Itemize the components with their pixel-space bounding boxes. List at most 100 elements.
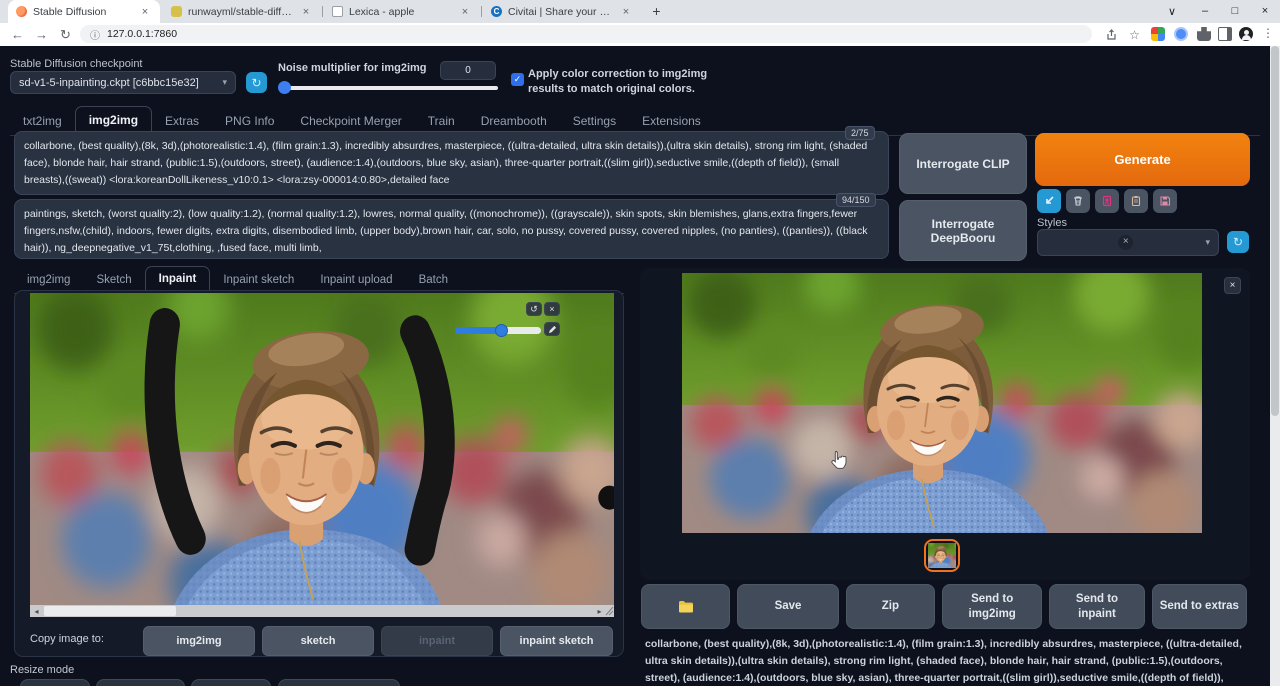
send-to-img2img-button[interactable]: Send to img2img — [942, 584, 1042, 629]
prompt-textarea[interactable]: collarbone, (best quality),(8k, 3d),(pho… — [14, 131, 889, 195]
window-close-button[interactable]: × — [1250, 0, 1280, 22]
copy-to-inpaint-button-disabled: inpaint — [381, 626, 493, 656]
brush-pencil-icon[interactable] — [544, 322, 560, 336]
refresh-styles-button[interactable]: ↻ — [1227, 231, 1249, 253]
inpaint-canvas[interactable] — [30, 293, 614, 606]
back-button[interactable]: ← — [8, 25, 27, 44]
tab-title: Civitai | Share your models — [508, 6, 613, 18]
paste-generation-params-button[interactable] — [1037, 189, 1061, 213]
brush-size-handle[interactable] — [495, 324, 508, 337]
noise-multiplier-value[interactable]: 0 — [440, 61, 496, 80]
page-scrollbar[interactable] — [1270, 46, 1280, 686]
canvas-remove-image-button[interactable]: × — [544, 302, 560, 316]
tab-inpaint[interactable]: Inpaint — [145, 266, 211, 293]
site-info-icon[interactable]: ⓘ — [90, 27, 100, 42]
save-button[interactable]: Save — [737, 584, 838, 629]
reload-button[interactable]: ↻ — [56, 25, 75, 44]
noise-multiplier-label: Noise multiplier for img2img — [278, 62, 427, 74]
tab-close-icon[interactable]: × — [458, 6, 472, 18]
generation-info-text: collarbone, (best quality),(8k, 3d),(pho… — [645, 636, 1247, 686]
resize-mode-option[interactable] — [191, 679, 271, 686]
browser-tab-civitai[interactable]: C Civitai | Share your models × — [483, 0, 641, 23]
styles-clear-icon[interactable]: × — [1118, 235, 1133, 250]
lexica-favicon-icon — [332, 6, 343, 17]
prompt-token-counter: 2/75 — [845, 126, 875, 140]
interrogate-clip-button[interactable]: Interrogate CLIP — [899, 133, 1027, 194]
new-tab-button[interactable]: + — [648, 3, 665, 20]
hand-cursor — [830, 450, 847, 470]
tab-search-icon[interactable]: ∨ — [1157, 0, 1187, 22]
noise-slider-handle[interactable] — [278, 81, 291, 94]
chevron-down-icon: ▾ — [1205, 237, 1210, 248]
apply-style-clipboard-button[interactable] — [1124, 189, 1148, 213]
share-icon[interactable] — [1101, 25, 1120, 44]
tab-close-icon[interactable]: × — [138, 6, 152, 18]
checkpoint-value: sd-v1-5-inpainting.ckpt [c6bbc15e32] — [19, 77, 199, 89]
open-folder-button[interactable] — [641, 584, 730, 629]
browser-tab-lexica[interactable]: Lexica - apple × — [324, 0, 480, 23]
clear-prompt-trash-button[interactable] — [1066, 189, 1090, 213]
resize-mode-option[interactable] — [20, 679, 90, 686]
profile-avatar[interactable] — [1239, 27, 1253, 41]
browser-tab-runwayml[interactable]: runwayml/stable-diffusion-inpai × — [163, 0, 321, 23]
output-actions-row: Save Zip Send to img2img Send to inpaint… — [641, 584, 1247, 629]
checkpoint-label: Stable Diffusion checkpoint — [10, 58, 143, 70]
civitai-favicon-icon: C — [491, 6, 502, 17]
browser-tab-strip: Stable Diffusion × runwayml/stable-diffu… — [0, 0, 1280, 23]
color-correction-label: Apply color correction to img2img result… — [528, 67, 728, 97]
refresh-checkpoint-button[interactable]: ↻ — [246, 72, 267, 93]
sidebar-icon[interactable] — [1218, 27, 1232, 41]
window-maximize-button[interactable]: □ — [1220, 0, 1250, 22]
tab-separator — [481, 6, 482, 17]
styles-label: Styles — [1037, 217, 1067, 229]
gallery-thumbnail-selected[interactable] — [924, 539, 960, 572]
folder-icon — [678, 600, 694, 613]
copy-to-img2img-button[interactable]: img2img — [143, 626, 255, 656]
scroll-left-icon[interactable]: ◂ — [30, 605, 43, 617]
chevron-down-icon: ▾ — [222, 77, 227, 88]
tab-title: Lexica - apple — [349, 6, 452, 18]
browser-menu-icon[interactable]: ⋮ — [1262, 26, 1274, 40]
url-text: 127.0.0.1:7860 — [107, 28, 177, 40]
page-scrollbar-thumb[interactable] — [1271, 46, 1279, 416]
copy-to-sketch-button[interactable]: sketch — [262, 626, 374, 656]
prompt-utility-row — [1037, 189, 1177, 213]
send-to-inpaint-button[interactable]: Send to inpaint — [1049, 584, 1144, 629]
gallery-close-button[interactable]: × — [1224, 277, 1241, 294]
extension-grid-icon[interactable] — [1151, 27, 1165, 41]
screen: Stable Diffusion × runwayml/stable-diffu… — [0, 0, 1280, 686]
output-image[interactable] — [682, 273, 1202, 533]
copy-to-inpaint-sketch-button[interactable]: inpaint sketch — [500, 626, 613, 656]
tab-close-icon[interactable]: × — [619, 6, 633, 18]
browser-tab-stable-diffusion[interactable]: Stable Diffusion × — [8, 0, 160, 23]
negative-token-counter: 94/150 — [836, 193, 876, 207]
canvas-h-scrollbar[interactable]: ◂ ▸ — [30, 605, 614, 617]
send-to-extras-button[interactable]: Send to extras — [1152, 584, 1247, 629]
resize-mode-option[interactable] — [96, 679, 185, 686]
resize-mode-option[interactable] — [278, 679, 400, 686]
runwayml-favicon-icon — [171, 6, 182, 17]
canvas-undo-button[interactable]: ↺ — [526, 302, 542, 316]
canvas-resize-grip[interactable] — [605, 606, 614, 616]
extension-circle-icon[interactable] — [1174, 27, 1188, 41]
tab-title: Stable Diffusion — [33, 6, 132, 18]
checkpoint-dropdown[interactable]: sd-v1-5-inpainting.ckpt [c6bbc15e32] ▾ — [10, 71, 236, 94]
interrogate-deepbooru-button[interactable]: Interrogate DeepBooru — [899, 200, 1027, 261]
forward-button[interactable]: → — [32, 25, 51, 44]
noise-multiplier-slider[interactable] — [282, 86, 498, 90]
scrollbar-thumb[interactable] — [44, 606, 176, 616]
save-style-button[interactable] — [1153, 189, 1177, 213]
address-bar[interactable]: ⓘ 127.0.0.1:7860 — [80, 25, 1092, 43]
resize-mode-label: Resize mode — [10, 664, 74, 676]
tab-title: runwayml/stable-diffusion-inpai — [188, 6, 293, 18]
tab-close-icon[interactable]: × — [299, 6, 313, 18]
bookmark-star-icon[interactable]: ☆ — [1125, 25, 1144, 44]
stable-diffusion-favicon-icon — [16, 6, 27, 17]
negative-prompt-textarea[interactable]: paintings, sketch, (worst quality:2), (l… — [14, 199, 889, 259]
window-minimize-button[interactable]: – — [1190, 0, 1220, 22]
zip-button[interactable]: Zip — [846, 584, 935, 629]
extra-networks-button[interactable] — [1095, 189, 1119, 213]
color-correction-checkbox[interactable]: ✓ — [511, 73, 524, 86]
generate-button[interactable]: Generate — [1035, 133, 1250, 186]
styles-dropdown[interactable]: × ▾ — [1037, 229, 1219, 256]
